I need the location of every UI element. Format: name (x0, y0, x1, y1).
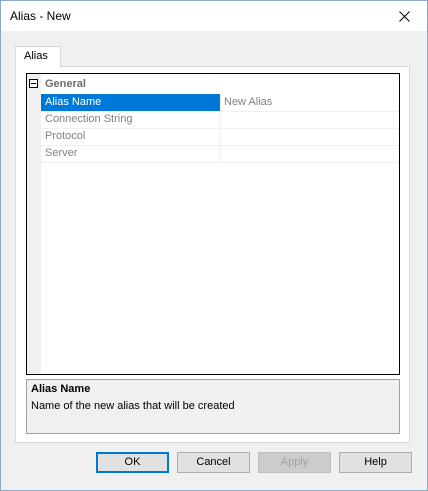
property-row-alias-name[interactable]: Alias Name New Alias (41, 94, 399, 112)
category-label: General (45, 78, 86, 90)
property-value[interactable] (221, 128, 399, 145)
apply-button[interactable]: Apply (258, 452, 331, 473)
close-icon (398, 10, 410, 22)
cancel-button[interactable]: Cancel (177, 452, 250, 473)
tab-label: Alias (24, 50, 48, 62)
help-pane: Alias Name Name of the new alias that wi… (26, 379, 400, 434)
property-name: Protocol (41, 128, 221, 145)
property-value[interactable]: New Alias (221, 94, 399, 111)
help-button[interactable]: Help (339, 452, 412, 473)
ok-button[interactable]: OK (96, 452, 169, 473)
tab-alias[interactable]: Alias (15, 46, 61, 68)
window-title: Alias - New (10, 9, 71, 23)
help-title: Alias Name (31, 383, 91, 395)
property-row-connection-string[interactable]: Connection String (41, 111, 399, 129)
dialog-client: Alias General Alias Name New Alias Conne… (1, 31, 427, 490)
property-name: Connection String (41, 111, 221, 128)
tab-panel: General Alias Name New Alias Connection … (15, 66, 410, 443)
property-value[interactable] (221, 111, 399, 128)
help-description: Name of the new alias that will be creat… (31, 400, 235, 412)
close-button[interactable] (381, 1, 427, 31)
property-name: Server (41, 145, 221, 162)
grid-gutter (27, 74, 41, 374)
property-row-protocol[interactable]: Protocol (41, 128, 399, 146)
dialog-window: Alias - New Alias General Alias Name New… (0, 0, 428, 491)
property-value[interactable] (221, 145, 399, 162)
category-row-general[interactable]: General (27, 77, 399, 94)
property-grid[interactable]: General Alias Name New Alias Connection … (26, 73, 400, 375)
property-name: Alias Name (41, 94, 221, 111)
collapse-minus-icon[interactable] (29, 79, 38, 88)
title-bar[interactable]: Alias - New (1, 1, 427, 31)
property-row-server[interactable]: Server (41, 145, 399, 163)
